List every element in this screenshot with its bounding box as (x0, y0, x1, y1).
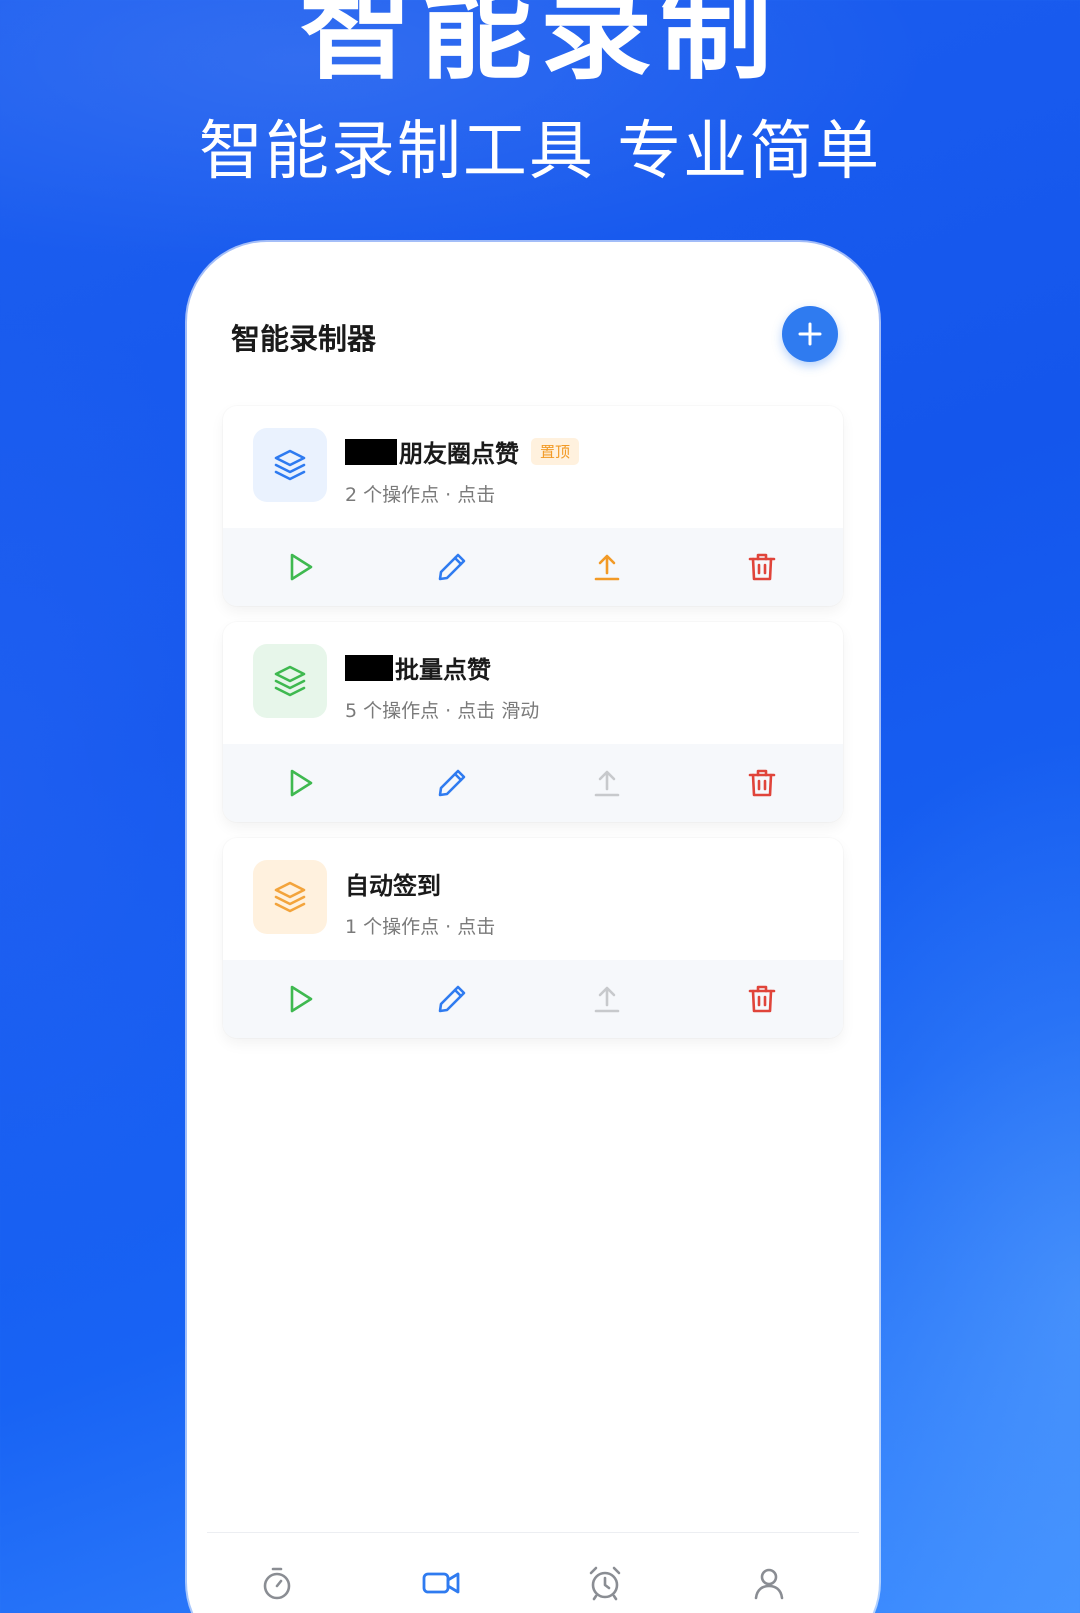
bottom-tab-bar (207, 1532, 859, 1613)
upload-icon (594, 770, 620, 797)
video-camera-icon (422, 1572, 460, 1594)
recording-meta: 1 个操作点 · 点击 (345, 916, 496, 938)
recording-name-text: 批量点赞 (395, 656, 491, 684)
recording-name: 朋友圈点赞 置顶 (345, 434, 580, 469)
edit-button[interactable] (433, 548, 471, 586)
recording-meta: 5 个操作点 · 点击 滑动 (345, 700, 540, 722)
recording-name: 自动签到 (345, 866, 441, 901)
plus-icon (798, 322, 822, 346)
play-icon (290, 985, 313, 1013)
pencil-icon (438, 769, 466, 797)
play-icon (290, 769, 313, 797)
play-button[interactable] (281, 980, 319, 1018)
edit-button[interactable] (433, 980, 471, 1018)
tab-record[interactable] (421, 1563, 461, 1603)
layers-icon-box (253, 428, 327, 502)
upload-button[interactable] (588, 980, 626, 1018)
edit-button[interactable] (433, 764, 471, 802)
tab-alarm[interactable] (585, 1563, 625, 1603)
recording-card[interactable]: 自动签到 1 个操作点 · 点击 (223, 838, 843, 1038)
card-actions (223, 528, 843, 606)
redacted-block (345, 654, 393, 681)
layers-icon (274, 665, 306, 697)
hero-subtitle: 智能录制工具 专业简单 (198, 115, 882, 189)
recording-name-text: 自动签到 (345, 872, 441, 900)
trash-icon (748, 769, 776, 797)
upload-button[interactable] (588, 548, 626, 586)
page-title: 智能录制器 (231, 322, 377, 356)
recording-card[interactable]: 朋友圈点赞 置顶 2 个操作点 · 点击 (223, 406, 843, 606)
trash-icon (748, 553, 776, 581)
layers-icon (274, 881, 306, 913)
recording-name-text: 朋友圈点赞 (399, 440, 519, 468)
delete-button[interactable] (743, 764, 781, 802)
pinned-badge: 置顶 (531, 438, 580, 465)
stopwatch-icon (263, 1567, 291, 1600)
play-button[interactable] (281, 764, 319, 802)
trash-icon (748, 985, 776, 1013)
alarm-clock-icon (589, 1566, 621, 1601)
card-header: 批量点赞 5 个操作点 · 点击 滑动 (223, 622, 843, 744)
upload-button[interactable] (588, 764, 626, 802)
recording-name: 批量点赞 (345, 650, 491, 685)
upload-icon (594, 986, 620, 1013)
layers-icon-box (253, 860, 327, 934)
recording-card[interactable]: 批量点赞 5 个操作点 · 点击 滑动 (223, 622, 843, 822)
pencil-icon (438, 553, 466, 581)
recording-meta: 2 个操作点 · 点击 (345, 484, 496, 506)
tab-timer[interactable] (257, 1563, 297, 1603)
layers-icon (274, 449, 306, 481)
delete-button[interactable] (743, 548, 781, 586)
app-header: 智能录制器 (187, 242, 879, 392)
upload-icon (594, 554, 620, 581)
layers-icon-box (253, 644, 327, 718)
phone-frame: 智能录制器 朋友圈点赞 置顶 2 个操作点 · 点击 批量点赞 5 个操作点 ·… (187, 242, 879, 1613)
card-actions (223, 744, 843, 822)
hero-title: 智能录制 (300, 0, 780, 95)
pencil-icon (438, 985, 466, 1013)
card-actions (223, 960, 843, 1038)
card-header: 自动签到 1 个操作点 · 点击 (223, 838, 843, 960)
tab-profile[interactable] (749, 1563, 789, 1603)
card-header: 朋友圈点赞 置顶 2 个操作点 · 点击 (223, 406, 843, 528)
add-recording-button[interactable] (782, 306, 838, 362)
play-icon (290, 553, 313, 581)
play-button[interactable] (281, 548, 319, 586)
delete-button[interactable] (743, 980, 781, 1018)
user-icon (754, 1568, 784, 1600)
redacted-block (345, 438, 397, 465)
